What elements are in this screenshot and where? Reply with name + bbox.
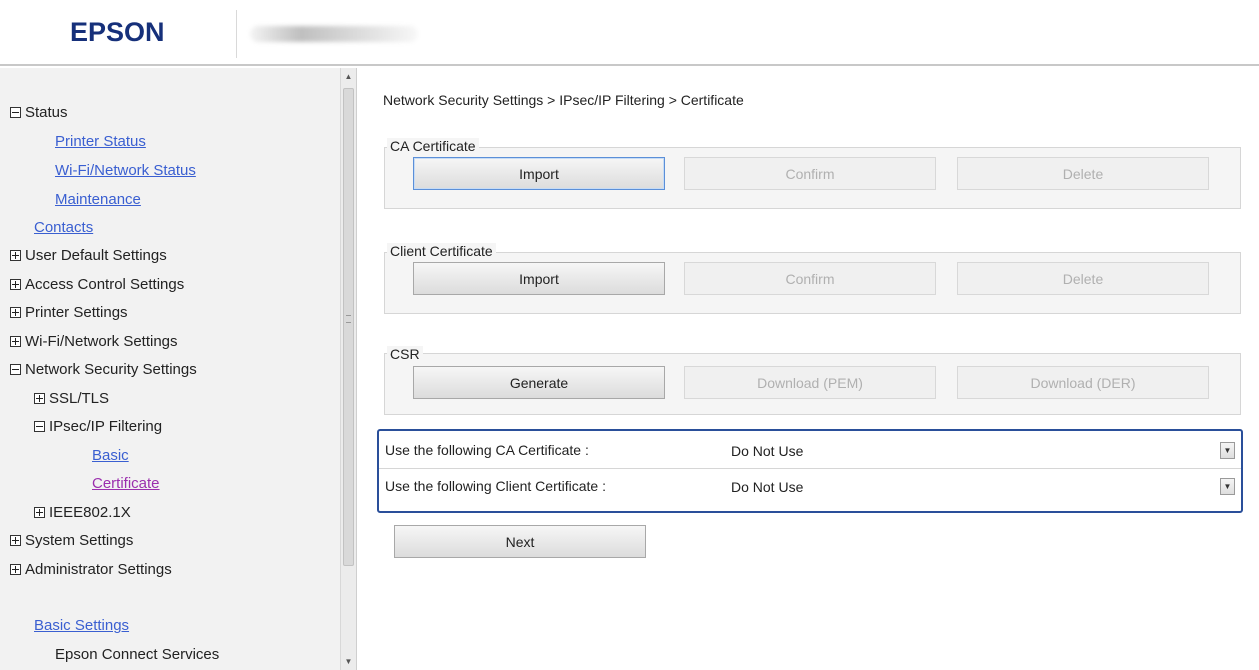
model-name-blurred [250,26,418,42]
download-pem-button[interactable]: Download (PEM) [684,366,936,399]
ca-import-button[interactable]: Import [413,157,665,190]
nav-basic-settings[interactable]: Basic Settings [34,617,129,634]
csr-legend: CSR [387,346,423,362]
client-delete-button[interactable]: Delete [957,262,1209,295]
nav-ieee8021x[interactable]: IEEE802.1X [34,504,131,521]
nav-status[interactable]: Status [10,104,68,121]
nav-basic[interactable]: Basic [92,447,129,464]
use-client-certificate-select[interactable]: Do Not Use ▼ [723,477,1235,498]
next-button[interactable]: Next [394,525,646,558]
collapse-icon [10,364,21,375]
nav-label: Administrator Settings [25,561,172,578]
nav-access-control-settings[interactable]: Access Control Settings [10,276,184,293]
main-content: Network Security Settings > IPsec/IP Fil… [357,68,1259,670]
nav-certificate[interactable]: Certificate [92,475,160,492]
sidebar: Status Printer Status Wi-Fi/Network Stat… [0,68,340,670]
ca-confirm-button[interactable]: Confirm [684,157,936,190]
ca-delete-button[interactable]: Delete [957,157,1209,190]
nav-status-label: Status [25,104,68,121]
grip-icon [346,315,351,323]
epson-logo: EPSON [70,17,165,47]
nav-label: System Settings [25,532,134,549]
use-ca-certificate-value: Do Not Use [731,443,804,459]
header-divider [236,10,237,58]
use-ca-certificate-label: Use the following CA Certificate : [385,442,589,458]
nav-ipsec-ip-filtering[interactable]: IPsec/IP Filtering [34,418,162,435]
expand-icon [10,307,21,318]
dropdown-arrow-icon[interactable]: ▼ [1220,478,1235,495]
ca-certificate-legend: CA Certificate [387,138,479,154]
nav-label: Wi-Fi/Network Settings [25,333,178,350]
nav-system-settings[interactable]: System Settings [10,532,133,549]
expand-icon [10,535,21,546]
expand-icon [10,250,21,261]
nav-network-security-settings[interactable]: Network Security Settings [10,361,197,378]
expand-icon [10,279,21,290]
nav-label: Network Security Settings [25,361,197,378]
nav-label: SSL/TLS [49,390,110,407]
nav-epson-connect-services[interactable]: Epson Connect Services [55,646,219,663]
use-client-certificate-label: Use the following Client Certificate : [385,478,606,494]
scrollbar-thumb[interactable] [343,88,354,566]
nav-wifi-network-status[interactable]: Wi-Fi/Network Status [55,162,196,179]
use-ca-certificate-select[interactable]: Do Not Use ▼ [723,441,1235,462]
nav-printer-settings[interactable]: Printer Settings [10,304,128,321]
breadcrumb: Network Security Settings > IPsec/IP Fil… [383,92,744,108]
nav-printer-status[interactable]: Printer Status [55,133,146,150]
nav-label: Printer Settings [25,304,128,321]
dropdown-arrow-icon[interactable]: ▼ [1220,442,1235,459]
expand-icon [34,393,45,404]
nav-label: IPsec/IP Filtering [49,418,163,435]
nav-label: IEEE802.1X [49,504,131,521]
expand-icon [10,564,21,575]
client-confirm-button[interactable]: Confirm [684,262,936,295]
scroll-down-arrow-icon[interactable]: ▼ [341,653,356,670]
nav-contacts[interactable]: Contacts [34,219,93,236]
download-der-button[interactable]: Download (DER) [957,366,1209,399]
nav-label: User Default Settings [25,247,167,264]
collapse-icon [10,107,21,118]
row-divider [379,468,1241,469]
nav-wifi-network-settings[interactable]: Wi-Fi/Network Settings [10,333,178,350]
collapse-icon [34,421,45,432]
nav-user-default-settings[interactable]: User Default Settings [10,247,167,264]
scroll-up-arrow-icon[interactable]: ▲ [341,68,356,85]
sidebar-scrollbar[interactable]: ▲ ▼ [340,68,357,670]
nav-administrator-settings[interactable]: Administrator Settings [10,561,172,578]
nav-ssl-tls[interactable]: SSL/TLS [34,390,109,407]
expand-icon [34,507,45,518]
nav-maintenance[interactable]: Maintenance [55,191,141,208]
certificate-selection-panel: Use the following CA Certificate : Do No… [377,429,1243,513]
nav-label: Access Control Settings [25,276,185,293]
expand-icon [10,336,21,347]
use-client-certificate-value: Do Not Use [731,479,804,495]
client-certificate-legend: Client Certificate [387,243,496,259]
header: EPSON [0,0,1259,66]
client-import-button[interactable]: Import [413,262,665,295]
generate-button[interactable]: Generate [413,366,665,399]
